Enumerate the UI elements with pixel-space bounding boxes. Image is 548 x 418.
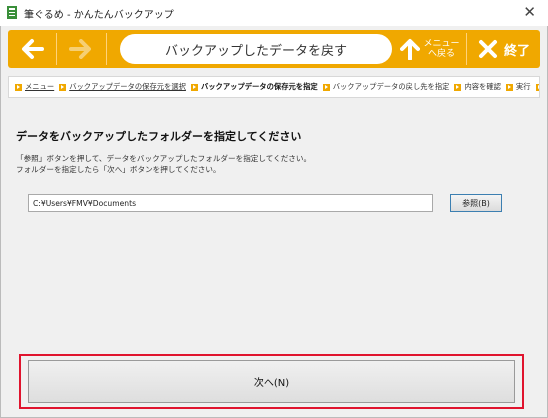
close-icon[interactable]: ✕ [523,3,536,21]
folder-path-input[interactable] [28,194,433,212]
exit-button-label: 終了 [503,43,530,59]
browse-button[interactable]: 参照(B) [450,194,502,212]
step-arrow-icon [454,83,462,91]
step-arrow-icon [190,83,198,91]
app-icon [7,6,17,19]
arrow-up-icon [400,39,421,60]
instruction-line-2: フォルダーを指定したら「次へ」ボタンを押してください。 [16,165,221,174]
step-item[interactable]: メニュー [15,82,54,92]
title-bar: 筆ぐるめ - かんたんバックアップ ✕ [0,0,548,26]
step-item: 内容を確認 [454,82,501,92]
menu-button-label: メニュー へ戻る [423,39,459,59]
step-arrow-icon [505,83,513,91]
step-label: バックアップデータの保存元を指定 [200,82,318,91]
arrow-right-icon [69,39,91,59]
close-x-icon [478,40,497,58]
toolbar-divider [106,33,107,65]
exit-button[interactable]: 終了 [468,30,540,68]
step-item: バックアップデータの保存元を指定 [190,82,318,92]
toolbar-divider [466,33,467,65]
next-button-highlight: 次へ(N) [19,354,524,409]
instruction-line-1: 「参照」ボタンを押して、データをバックアップしたフォルダーを指定してください。 [16,154,312,163]
menu-label-line1: メニュー [423,39,460,49]
step-arrow-icon [322,83,330,91]
step-breadcrumb: メニュー バックアップデータの保存元を選択 バックアップデータの保存元を指定 バックア… [8,76,540,98]
step-label: メニュー [25,82,55,91]
step-label: バックアップデータの戻し先を指定 [332,82,450,91]
back-to-menu-button[interactable]: メニュー へ戻る [396,30,464,68]
step-label: 実行 [515,82,531,91]
window-title: 筆ぐるめ - かんたんバックアップ [24,10,174,21]
step-label: 内容を確認 [464,82,501,91]
step-item: バックアップデータの戻し先を指定 [322,82,450,92]
step-arrow-icon [15,83,22,91]
toolbar: バックアップしたデータを戻す メニュー へ戻る 終了 [8,30,540,68]
back-button[interactable] [8,30,56,68]
forward-button[interactable] [57,30,105,68]
menu-label-line2: へ戻る [427,49,455,59]
instruction-text: 「参照」ボタンを押して、データをバックアップしたフォルダーを指定してください。 … [16,153,311,175]
instruction-heading: データをバックアップしたフォルダーを指定してください [16,130,302,143]
next-button[interactable]: 次へ(N) [28,360,515,403]
page-title: バックアップしたデータを戻す [120,34,392,64]
step-label: バックアップデータの保存元を選択 [69,82,186,91]
step-item: 完了 [535,82,539,92]
arrow-left-icon [22,39,44,59]
step-item: 実行 [505,82,531,92]
step-arrow-icon [535,83,539,91]
step-arrow-icon [59,83,67,91]
step-item[interactable]: バックアップデータの保存元を選択 [59,82,186,92]
